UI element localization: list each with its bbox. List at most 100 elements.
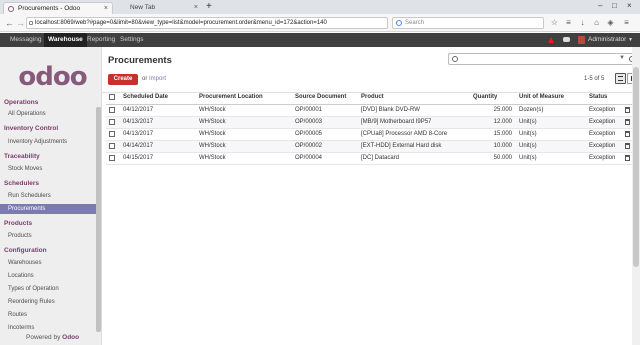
sidebar-item-procurements[interactable]: Procurements bbox=[0, 204, 96, 214]
row-checkbox[interactable] bbox=[109, 118, 115, 125]
column-product[interactable]: Product bbox=[358, 91, 470, 105]
section-products: Products bbox=[4, 220, 33, 227]
sidebar-item-locations[interactable]: Locations bbox=[0, 271, 96, 281]
sidebar: odoo Operations All Operations Inventory… bbox=[0, 47, 102, 345]
row-select-cell[interactable] bbox=[106, 128, 120, 141]
row-checkbox[interactable] bbox=[109, 106, 115, 113]
odoo-top-menu: Messaging Warehouse Reporting Settings A… bbox=[0, 33, 640, 47]
column-scheduled-date[interactable]: Scheduled Date bbox=[120, 91, 196, 105]
row-select-cell[interactable] bbox=[106, 140, 120, 153]
powered-by-odoo-link[interactable]: Odoo bbox=[62, 334, 79, 341]
menu-settings[interactable]: Settings bbox=[116, 33, 148, 47]
reading-list-icon[interactable]: ≡ bbox=[564, 18, 573, 27]
trash-icon[interactable] bbox=[625, 106, 630, 113]
download-icon[interactable]: ↓ bbox=[578, 18, 587, 27]
column-unit-of-measure[interactable]: Unit of Measure bbox=[516, 91, 586, 105]
page-scrollbar-thumb[interactable] bbox=[633, 67, 639, 267]
unit-of-measure-cell: Unit(s) bbox=[516, 116, 586, 129]
menu-icon[interactable]: ≡ bbox=[622, 18, 631, 27]
scheduled-date-cell: 04/14/2017 bbox=[120, 140, 196, 153]
create-button[interactable]: Create bbox=[108, 74, 138, 85]
status-cell: Exception bbox=[586, 152, 622, 165]
scheduled-date-cell: 04/15/2017 bbox=[120, 152, 196, 165]
forward-icon[interactable]: → bbox=[16, 17, 25, 29]
row-select-cell[interactable] bbox=[106, 104, 120, 117]
search-placeholder: Search bbox=[405, 20, 425, 26]
sidebar-scrollbar[interactable] bbox=[96, 107, 101, 332]
procurement-location-cell: WH/Stock bbox=[196, 140, 292, 153]
sidebar-item-incoterms[interactable]: Incoterms bbox=[0, 323, 96, 333]
url-text: localhost:8069/web?#page=0&limit=80&view… bbox=[35, 20, 327, 26]
unit-of-measure-cell: Unit(s) bbox=[516, 128, 586, 141]
pager[interactable]: 1-5 of 5 bbox=[584, 76, 604, 82]
menu-messaging[interactable]: Messaging bbox=[6, 33, 45, 47]
sidebar-item-reordering-rules[interactable]: Reordering Rules bbox=[0, 297, 96, 307]
section-operations: Operations bbox=[4, 99, 39, 106]
menu-reporting[interactable]: Reporting bbox=[83, 33, 119, 47]
table-row[interactable]: 04/15/2017 WH/Stock OP/00004 [DC] Datacard 5… bbox=[106, 152, 634, 165]
list-icon bbox=[618, 76, 623, 81]
column-source-document[interactable]: Source Document bbox=[292, 91, 358, 105]
trash-icon[interactable] bbox=[625, 154, 630, 161]
list-view-button[interactable] bbox=[615, 73, 626, 84]
browser-tab-new[interactable]: New Tab × bbox=[116, 2, 202, 14]
sidebar-item-warehouses[interactable]: Warehouses bbox=[0, 258, 96, 268]
section-inventory-control: Inventory Control bbox=[4, 125, 59, 132]
table-row[interactable]: 04/12/2017 WH/Stock OP/00001 [DVD] Blank DV… bbox=[106, 104, 634, 117]
row-select-cell[interactable] bbox=[106, 116, 120, 129]
column-status[interactable]: Status bbox=[586, 91, 622, 105]
sidebar-item-routes[interactable]: Routes bbox=[0, 310, 96, 320]
minimize-icon[interactable]: – bbox=[598, 0, 602, 12]
row-checkbox[interactable] bbox=[109, 142, 115, 149]
new-tab-icon[interactable]: + bbox=[206, 1, 212, 12]
user-menu[interactable]: Administrator bbox=[588, 33, 626, 47]
table-header-row: Scheduled Date Procurement Location Sour… bbox=[106, 91, 634, 105]
sidebar-item-types-of-operation[interactable]: Types of Operation bbox=[0, 284, 96, 294]
pocket-icon[interactable]: ◈ bbox=[606, 18, 615, 27]
maximize-icon[interactable]: □ bbox=[612, 0, 617, 12]
table-row[interactable]: 04/13/2017 WH/Stock OP/00003 [MB/9] Motherb… bbox=[106, 116, 634, 129]
close-tab-icon[interactable]: × bbox=[194, 2, 198, 14]
select-all-column[interactable] bbox=[106, 91, 120, 105]
url-bar[interactable]: localhost:8069/web?#page=0&limit=80&view… bbox=[26, 17, 388, 29]
browser-search-input[interactable]: Search bbox=[392, 17, 544, 29]
sidebar-item-products[interactable]: Products bbox=[0, 231, 96, 241]
row-checkbox[interactable] bbox=[109, 154, 115, 161]
or-label: or bbox=[142, 76, 148, 82]
row-checkbox[interactable] bbox=[109, 130, 115, 137]
back-icon[interactable]: ← bbox=[5, 17, 14, 29]
home-icon[interactable]: ⌂ bbox=[592, 18, 601, 27]
sidebar-item-run-schedulers[interactable]: Run Schedulers bbox=[0, 191, 96, 201]
main-content: Procurements ▼ Create or Import 1-5 of 5… bbox=[102, 47, 640, 345]
trash-icon[interactable] bbox=[625, 142, 630, 149]
sidebar-item-stock-moves[interactable]: Stock Moves bbox=[0, 164, 96, 174]
close-window-icon[interactable]: × bbox=[627, 0, 632, 12]
sidebar-item-all-operations[interactable]: All Operations bbox=[0, 109, 96, 119]
quantity-cell: 12.000 bbox=[470, 116, 516, 129]
column-procurement-location[interactable]: Procurement Location bbox=[196, 91, 292, 105]
trash-icon[interactable] bbox=[625, 118, 630, 125]
page-scrollbar[interactable] bbox=[632, 47, 640, 345]
procurements-table: Scheduled Date Procurement Location Sour… bbox=[106, 91, 634, 165]
star-icon[interactable]: ☆ bbox=[550, 18, 559, 27]
import-button[interactable]: Import bbox=[149, 76, 166, 82]
select-all-checkbox[interactable] bbox=[109, 93, 115, 100]
chat-icon[interactable] bbox=[563, 37, 570, 42]
unit-of-measure-cell: Unit(s) bbox=[516, 152, 586, 165]
menu-warehouse[interactable]: Warehouse bbox=[44, 33, 87, 47]
row-select-cell[interactable] bbox=[106, 152, 120, 165]
alert-icon[interactable] bbox=[548, 37, 554, 43]
table-row[interactable]: 04/13/2017 WH/Stock OP/00005 [CPUa8] Proces… bbox=[106, 128, 634, 141]
search-input[interactable]: ▼ bbox=[448, 53, 638, 65]
tab-title: New Tab bbox=[130, 4, 156, 11]
trash-icon[interactable] bbox=[625, 130, 630, 137]
odoo-logo[interactable]: odoo bbox=[10, 57, 95, 97]
sidebar-item-inventory-adjustments[interactable]: Inventory Adjustments bbox=[0, 137, 96, 147]
product-cell: [EXT-HDD] External Hard disk bbox=[358, 140, 470, 153]
table-row[interactable]: 04/14/2017 WH/Stock OP/00002 [EXT-HDD] Exte… bbox=[106, 140, 634, 153]
search-options-icon[interactable]: ▼ bbox=[619, 55, 625, 61]
avatar[interactable] bbox=[578, 36, 585, 44]
browser-tab-procurements[interactable]: Procurements - Odoo × bbox=[3, 2, 113, 14]
column-quantity[interactable]: Quantity bbox=[470, 91, 516, 105]
chevron-down-icon[interactable]: ▼ bbox=[628, 33, 633, 47]
